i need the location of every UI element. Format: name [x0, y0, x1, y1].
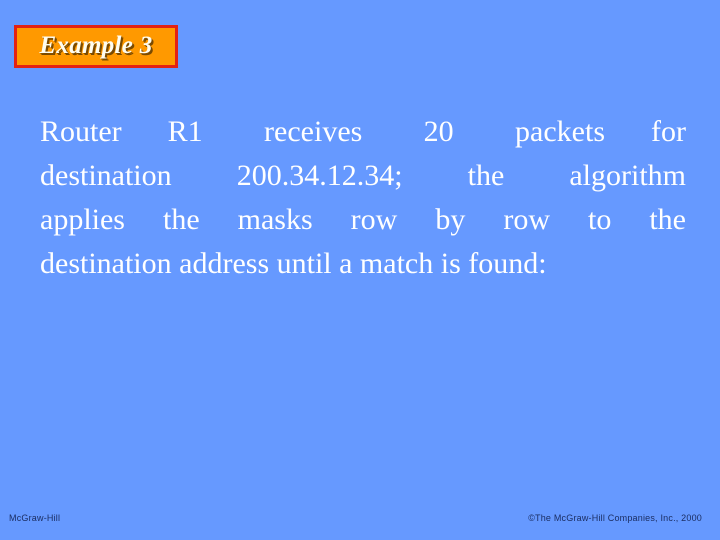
slide-title-badge: Example 3	[14, 25, 178, 68]
body-line-4: destination address until a match is fou…	[40, 247, 547, 280]
slide-body-block: Router R1 receives 20 packets for destin…	[40, 110, 686, 286]
slide-canvas: Example 3 Router R1 receives 20 packets …	[0, 0, 720, 540]
body-paragraph: Router R1 receives 20 packets for destin…	[40, 110, 686, 286]
footer-copyright-label: ©The McGraw-Hill Companies, Inc., 2000	[528, 513, 702, 523]
body-line-3: applies the masks row by row to the	[40, 203, 686, 236]
body-line-1: Router R1 receives 20 packets for	[40, 115, 686, 148]
page-title: Example 3	[39, 32, 153, 59]
footer-publisher-label: McGraw-Hill	[9, 513, 61, 523]
body-line-2: destination 200.34.12.34; the algorithm	[40, 159, 686, 192]
